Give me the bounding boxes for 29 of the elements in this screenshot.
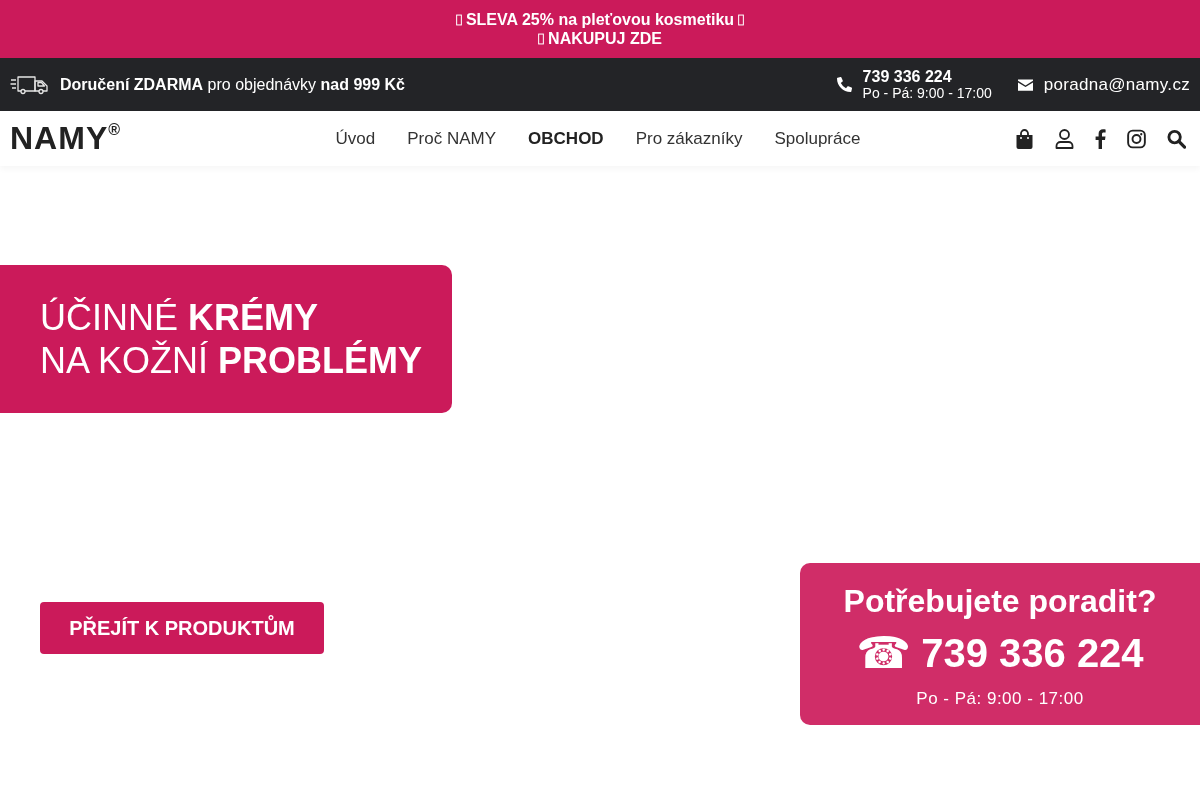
callout-hours: Po - Pá: 9:00 - 17:00 xyxy=(916,689,1084,709)
nav-link[interactable]: Spolupráce xyxy=(774,128,861,149)
search-icon[interactable] xyxy=(1167,128,1186,149)
promo-text[interactable]: SLEVA 25% na pleťovou kosmetiku xyxy=(465,10,735,29)
rectangle-icon xyxy=(455,13,462,26)
products-button[interactable]: PŘEJÍT K PRODUKTŮM xyxy=(40,602,324,654)
delivery-info: Doručení ZDARMA pro objednávky nad 999 Kč xyxy=(60,75,405,94)
nav-link[interactable]: OBCHOD xyxy=(528,128,604,149)
user-icon[interactable] xyxy=(1055,128,1074,149)
rectangle-icon xyxy=(738,13,745,26)
truck-icon xyxy=(10,74,50,95)
facebook-icon[interactable] xyxy=(1095,128,1106,149)
callout-phone[interactable]: 739 336 224 xyxy=(921,629,1144,677)
nav-link[interactable]: Proč NAMY xyxy=(407,128,497,149)
nav-link[interactable]: Úvod xyxy=(335,128,376,149)
instagram-icon[interactable] xyxy=(1127,128,1146,149)
hero-heading: ÚČINNÉ KRÉMY NA KOŽNÍ PROBLÉMY xyxy=(0,265,453,413)
envelope-icon xyxy=(1017,78,1033,91)
callout-title: Potřebujete poradit? xyxy=(843,582,1157,621)
nav-link[interactable]: Pro zákazníky xyxy=(635,128,743,149)
rectangle-icon xyxy=(538,32,545,45)
phone-icon xyxy=(836,77,852,92)
telephone-icon: ☎ xyxy=(856,629,912,677)
logo[interactable]: NAMY$^{®}$ xyxy=(10,120,121,157)
email-link[interactable]: poradna@namy.cz xyxy=(1043,74,1190,95)
promo-text[interactable]: NAKUPUJ ZDE xyxy=(548,29,662,48)
opening-hours: Po - Pá: 9:00 - 17:00 xyxy=(862,85,992,101)
phone-number[interactable]: 739 336 224 xyxy=(862,68,992,85)
shopping-bag-icon[interactable] xyxy=(1015,128,1034,149)
